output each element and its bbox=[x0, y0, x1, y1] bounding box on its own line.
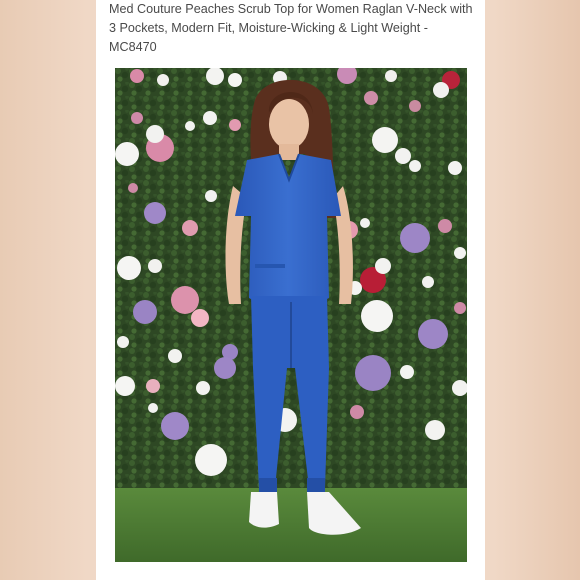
grass-floor bbox=[115, 488, 467, 562]
product-photo[interactable] bbox=[115, 68, 467, 562]
card-bottom-strip bbox=[96, 562, 485, 580]
product-title[interactable]: Med Couture Peaches Scrub Top for Women … bbox=[109, 0, 479, 57]
product-photo-illustration bbox=[115, 68, 467, 562]
listing-card: Med Couture Peaches Scrub Top for Women … bbox=[96, 0, 485, 580]
